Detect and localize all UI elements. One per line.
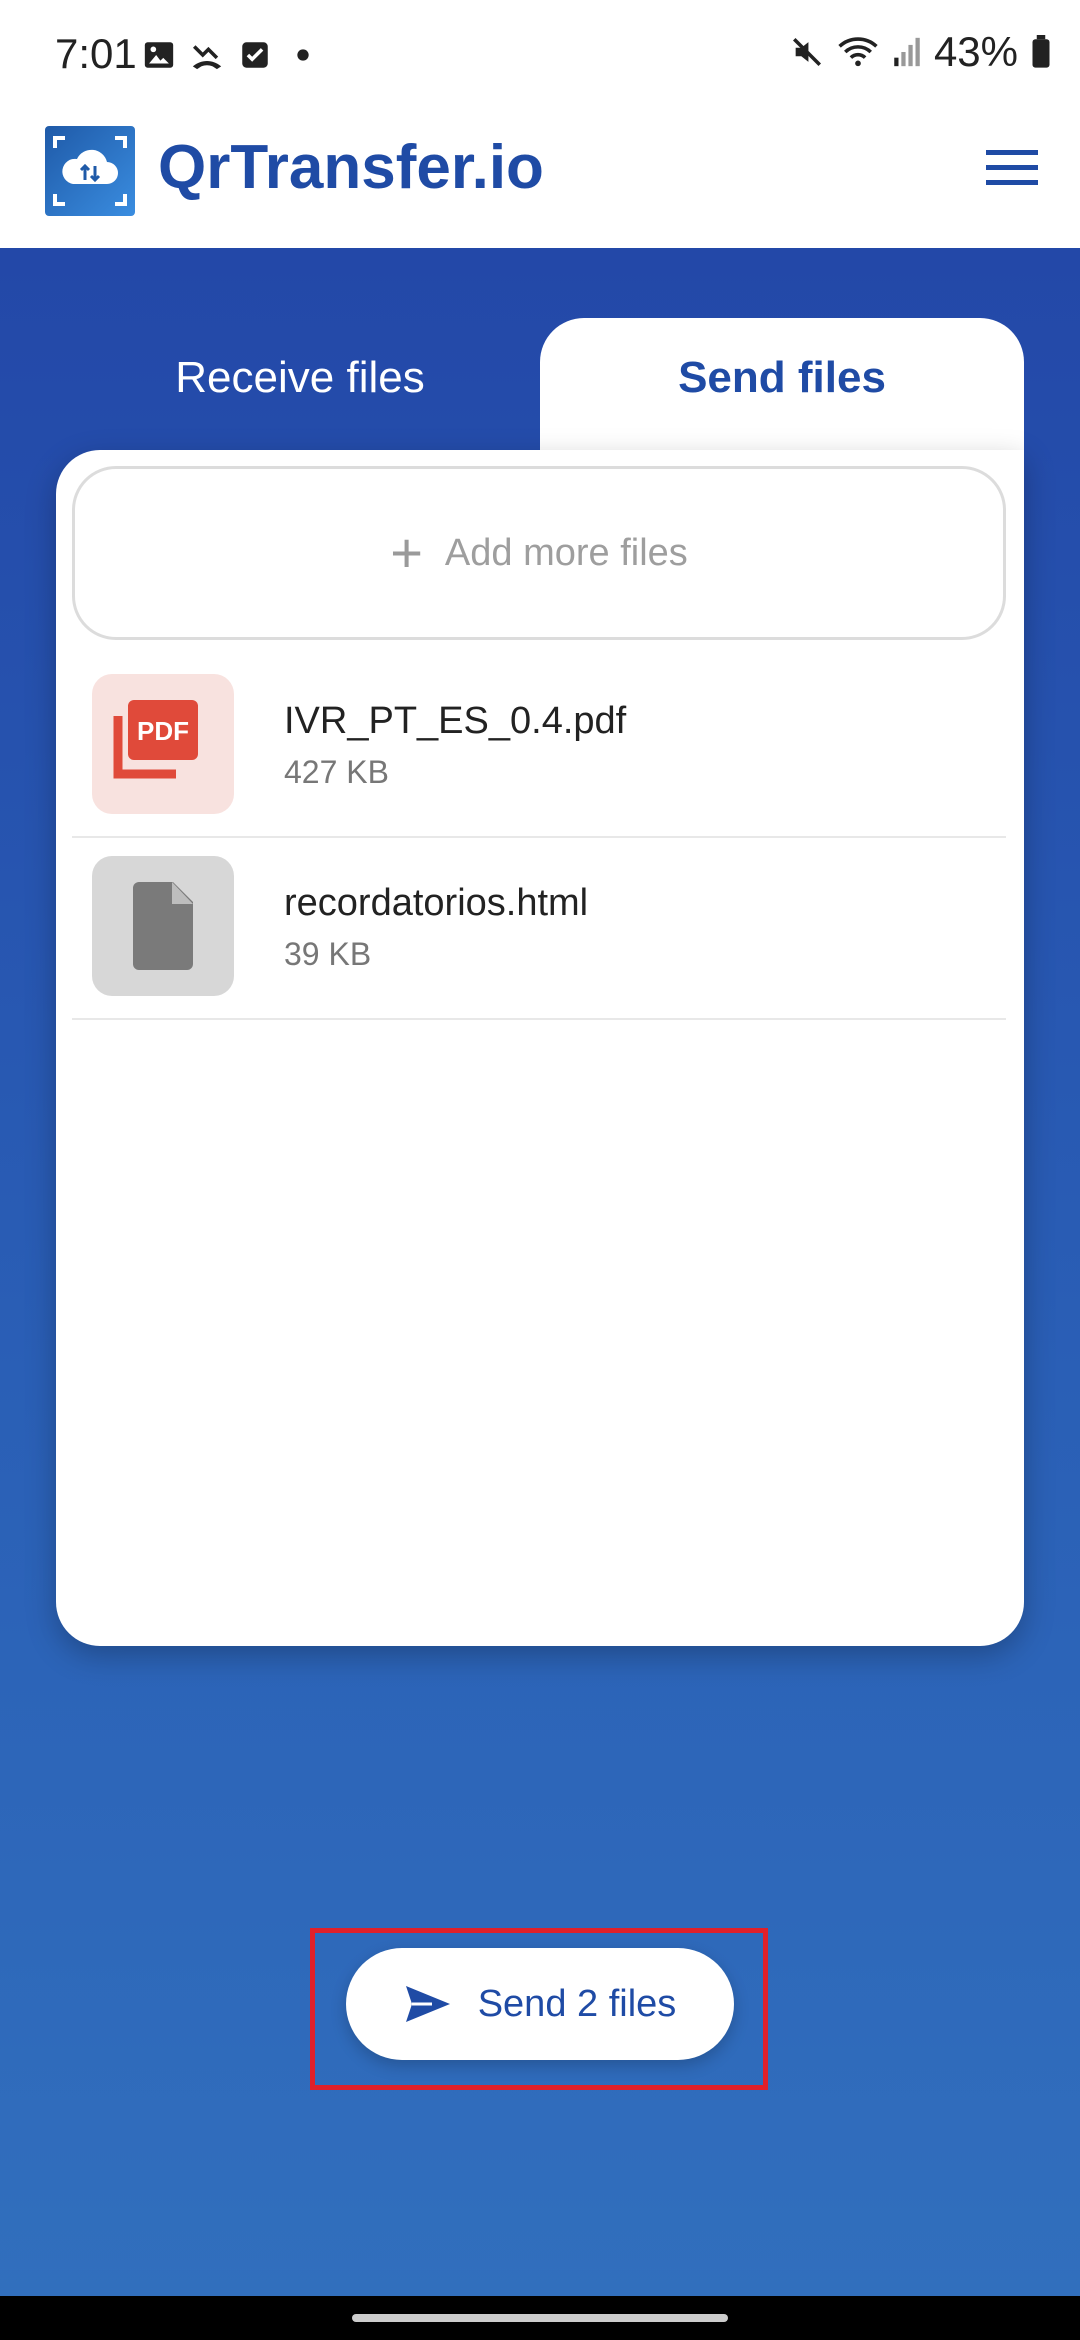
files-panel: + Add more files PDF IVR_PT_ES_0.4.pdf 4… [56,450,1024,1646]
file-list-item[interactable]: recordatorios.html 39 KB [72,836,1006,1020]
checkbox-icon [242,42,268,68]
plus-icon: + [390,521,423,584]
home-gesture-handle[interactable] [352,2314,728,2322]
generic-file-icon [92,856,234,996]
file-list-item[interactable]: PDF IVR_PT_ES_0.4.pdf 427 KB [72,654,1006,838]
file-size: 427 KB [284,754,389,790]
send-files-button[interactable]: Send 2 files [346,1948,734,2060]
file-name: recordatorios.html [284,882,589,924]
cloud-transfer-icon [53,136,127,206]
file-name: IVR_PT_ES_0.4.pdf [284,700,627,742]
status-bar: 7:01 43% [0,0,1080,118]
add-more-files-button[interactable]: + Add more files [72,466,1006,640]
missed-call-icon [192,45,222,70]
tab-receive-files[interactable]: Receive files [60,318,540,438]
main-content: Receive files Send files + Add more file… [0,248,1080,2296]
app-bar: QrTransfer.io [0,118,1080,248]
send-files-label: Send 2 files [477,1982,677,2025]
svg-text:PDF: PDF [137,716,189,746]
notification-icons [142,38,320,72]
hamburger-menu-icon[interactable] [986,148,1038,188]
system-navigation-bar [0,2296,1080,2340]
file-size: 39 KB [284,936,372,972]
wifi-icon [838,37,878,67]
battery-percent: 43% [933,28,1018,75]
image-icon [144,42,174,68]
mute-icon [792,37,821,67]
add-more-files-label: Add more files [444,531,688,574]
dot-icon [297,49,309,61]
signal-icon [894,37,920,67]
pdf-icon: PDF [92,674,234,814]
tab-send-files[interactable]: Send files [540,318,1024,458]
app-title: QrTransfer.io [158,133,544,202]
system-icons: 43% [790,28,1052,76]
app-logo [45,126,135,216]
status-time: 7:01 [55,30,137,77]
battery-icon [1032,35,1050,68]
send-icon [405,1986,450,2022]
